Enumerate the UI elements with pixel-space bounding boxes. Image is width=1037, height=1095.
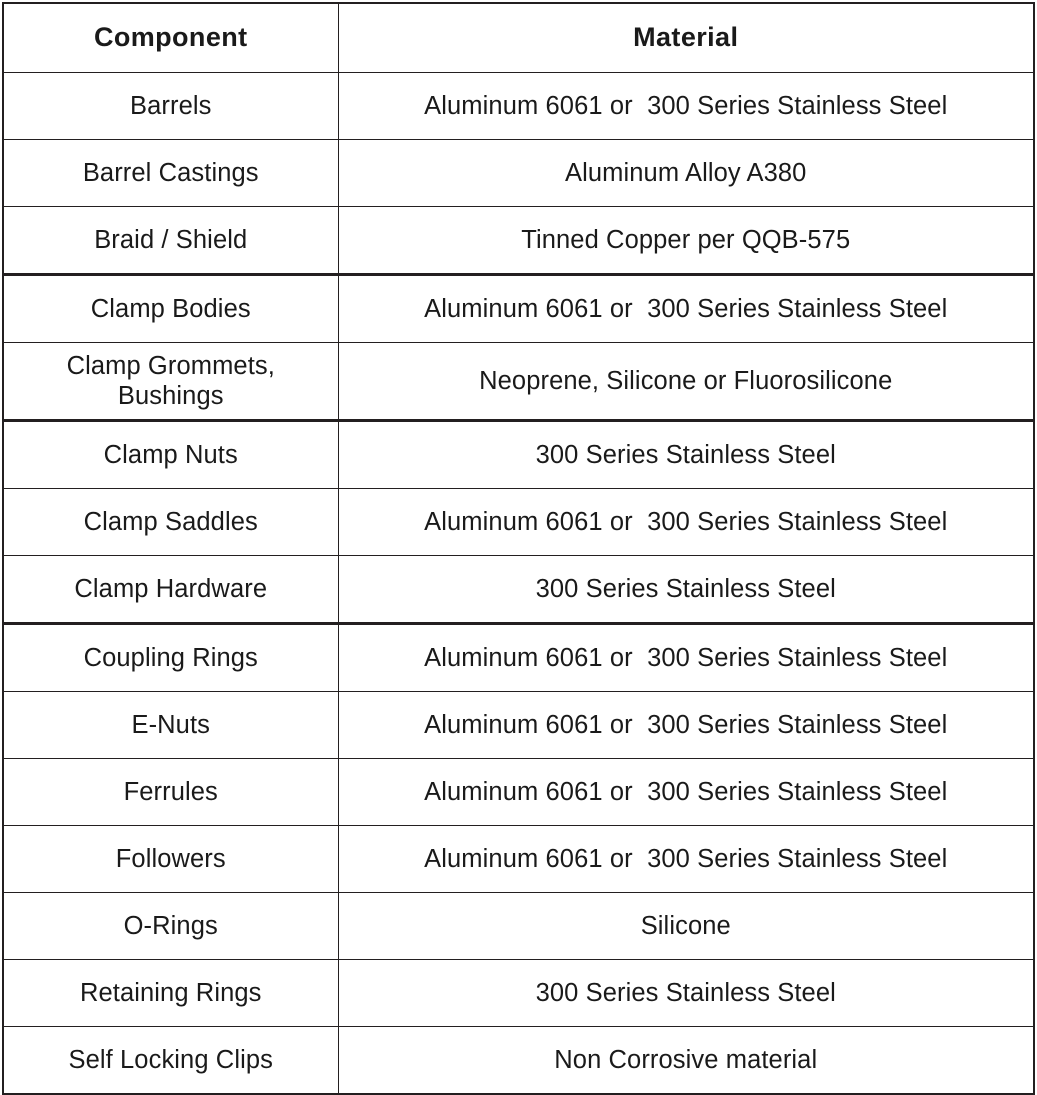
component-name: E-Nuts (131, 710, 211, 739)
component-name: Clamp Saddles (83, 507, 258, 536)
cell-component: Clamp Bodies (2, 273, 339, 343)
table-row: Barrel Castings Aluminum Alloy A380 (2, 139, 1035, 207)
column-header-component: Component (2, 2, 339, 73)
material-name: Aluminum 6061 or 300 Series Stainless St… (424, 643, 948, 672)
table-row: Clamp Hardware 300 Series Stainless Steel (2, 555, 1035, 624)
material-name: Tinned Copper per QQB-575 (521, 225, 851, 254)
cell-component: Barrel Castings (2, 139, 339, 207)
cell-component: Clamp Saddles (2, 488, 339, 556)
table-row: Ferrules Aluminum 6061 or 300 Series Stai… (2, 758, 1035, 826)
cell-component: Clamp Nuts (2, 419, 339, 489)
cell-material: Silicone (337, 892, 1035, 960)
cell-component: Clamp Grommets, Bushings (2, 342, 339, 421)
cell-material: 300 Series Stainless Steel (337, 959, 1035, 1027)
cell-material: Aluminum 6061 or 300 Series Stainless St… (337, 622, 1035, 692)
component-name: Braid / Shield (94, 225, 248, 254)
cell-component: E-Nuts (2, 691, 339, 759)
material-name: Aluminum 6061 or 300 Series Stainless St… (424, 507, 948, 536)
cell-material: 300 Series Stainless Steel (337, 555, 1035, 624)
material-name: Aluminum 6061 or 300 Series Stainless St… (424, 710, 948, 739)
cell-component: Barrels (2, 72, 339, 140)
material-name: Aluminum 6061 or 300 Series Stainless St… (424, 844, 948, 873)
cell-component: Retaining Rings (2, 959, 339, 1027)
cell-material: Aluminum 6061 or 300 Series Stainless St… (337, 488, 1035, 556)
cell-component: Braid / Shield (2, 206, 339, 275)
cell-material: Aluminum 6061 or 300 Series Stainless St… (337, 825, 1035, 893)
column-header-material: Material (337, 2, 1035, 73)
material-name: Aluminum Alloy A380 (565, 158, 807, 187)
cell-component: Clamp Hardware (2, 555, 339, 624)
component-name: Barrels (130, 91, 212, 120)
cell-material: Aluminum 6061 or 300 Series Stainless St… (337, 72, 1035, 140)
material-name: Aluminum 6061 or 300 Series Stainless St… (424, 777, 948, 806)
cell-component: Ferrules (2, 758, 339, 826)
component-name: Retaining Rings (79, 978, 262, 1007)
table-row: Clamp Bodies Aluminum 6061 or 300 Series … (2, 273, 1035, 343)
table-row: Clamp Saddles Aluminum 6061 or 300 Series… (2, 488, 1035, 556)
cell-material: Aluminum Alloy A380 (337, 139, 1035, 207)
component-name: O-Rings (123, 911, 218, 940)
cell-material: 300 Series Stainless Steel (337, 419, 1035, 489)
material-name: Silicone (640, 911, 731, 940)
column-header-material-label: Material (633, 22, 739, 53)
material-name: Neoprene, Silicone or Fluorosilicone (479, 366, 893, 395)
component-material-table: Component Material Barrels Aluminum 6061 … (2, 2, 1035, 1095)
table-body: Barrels Aluminum 6061 or 300 Series Stain… (2, 72, 1035, 1095)
component-name: Self Locking Clips (68, 1045, 273, 1074)
table-row: O-Rings Silicone (2, 892, 1035, 960)
component-name: Clamp Nuts (103, 440, 238, 469)
cell-material: Aluminum 6061 or 300 Series Stainless St… (337, 691, 1035, 759)
material-name: 300 Series Stainless Steel (535, 978, 836, 1007)
component-name: Ferrules (123, 777, 218, 806)
component-name: Followers (115, 844, 226, 873)
table-row: Coupling Rings Aluminum 6061 or 300 Serie… (2, 622, 1035, 692)
cell-component: Followers (2, 825, 339, 893)
table-row: Followers Aluminum 6061 or 300 Series Sta… (2, 825, 1035, 893)
material-name: 300 Series Stainless Steel (535, 574, 836, 603)
material-name: Aluminum 6061 or 300 Series Stainless St… (424, 91, 948, 120)
table-row: Retaining Rings 300 Series Stainless Stee… (2, 959, 1035, 1027)
material-name: Aluminum 6061 or 300 Series Stainless St… (424, 294, 948, 323)
table-header-row: Component Material (2, 2, 1035, 73)
cell-component: Self Locking Clips (2, 1026, 339, 1095)
component-name: Clamp Hardware (74, 574, 268, 603)
material-name: 300 Series Stainless Steel (535, 440, 836, 469)
table-row: Clamp Nuts 300 Series Stainless Steel (2, 419, 1035, 489)
component-name: Coupling Rings (83, 643, 258, 672)
cell-material: Tinned Copper per QQB-575 (337, 206, 1035, 275)
column-header-component-label: Component (93, 22, 248, 53)
cell-component: O-Rings (2, 892, 339, 960)
component-name: Clamp Bodies (90, 294, 251, 323)
specification-table-container: Component Material Barrels Aluminum 6061 … (2, 2, 1035, 1095)
cell-material: Neoprene, Silicone or Fluorosilicone (337, 342, 1035, 421)
component-name: Clamp Grommets, Bushings (66, 351, 275, 410)
table-row: Clamp Grommets, Bushings Neoprene, Silico… (2, 342, 1035, 421)
material-name: Non Corrosive material (554, 1045, 818, 1074)
table-row: Braid / Shield Tinned Copper per QQB-575 (2, 206, 1035, 275)
component-name: Barrel Castings (82, 158, 259, 187)
table-row: E-Nuts Aluminum 6061 or 300 Series Stainl… (2, 691, 1035, 759)
cell-material: Aluminum 6061 or 300 Series Stainless St… (337, 273, 1035, 343)
table-row: Self Locking Clips Non Corrosive material (2, 1026, 1035, 1095)
cell-material: Non Corrosive material (337, 1026, 1035, 1095)
cell-material: Aluminum 6061 or 300 Series Stainless St… (337, 758, 1035, 826)
cell-component: Coupling Rings (2, 622, 339, 692)
table-row: Barrels Aluminum 6061 or 300 Series Stain… (2, 72, 1035, 140)
table-header: Component Material (2, 2, 1035, 73)
